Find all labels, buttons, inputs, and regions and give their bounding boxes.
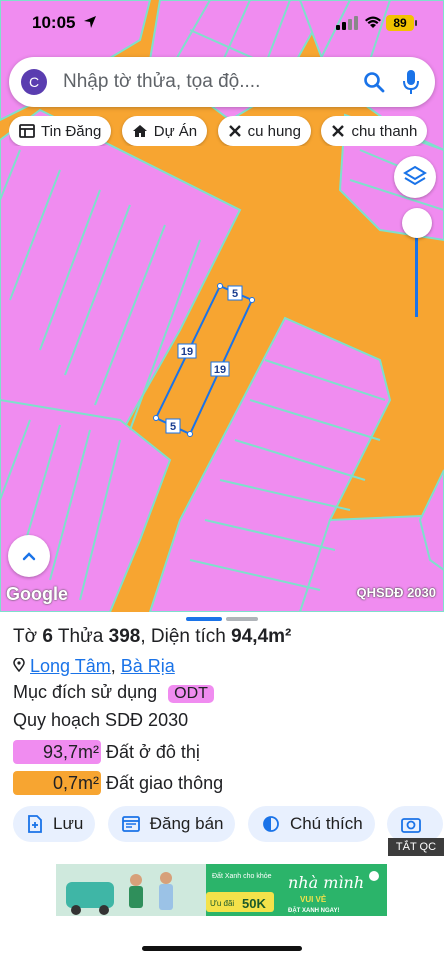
opacity-slider-track[interactable] bbox=[415, 225, 418, 317]
edge-label-left: 19 bbox=[181, 346, 193, 358]
search-icon[interactable] bbox=[363, 71, 385, 93]
chip-cu-hung[interactable]: cu hung bbox=[217, 116, 311, 146]
purpose-badge: ODT bbox=[168, 685, 214, 703]
tools-icon bbox=[228, 125, 241, 137]
opacity-slider-thumb[interactable] bbox=[402, 208, 432, 238]
action-buttons: Lưu Đăng bán Chú thích bbox=[13, 806, 444, 842]
planning-label: Quy hoạch SDĐ 2030 bbox=[13, 710, 189, 730]
zone-label: Đất giao thông bbox=[106, 773, 224, 793]
cellular-signal-icon bbox=[336, 16, 358, 30]
thua-label: Thửa bbox=[57, 626, 104, 647]
zone-label: Đất ở đô thị bbox=[106, 742, 200, 762]
status-bar: 10:05 89 bbox=[0, 0, 444, 48]
ad-banner-image: Ưu đãi 50K Đất Xanh cho khỏe nhà mình VU… bbox=[56, 864, 387, 916]
zone-area: 0,7m² bbox=[13, 771, 101, 795]
chevron-up-icon bbox=[22, 552, 36, 561]
battery-nub bbox=[415, 20, 417, 26]
status-time: 10:05 bbox=[32, 13, 76, 32]
chip-label: chu thanh bbox=[351, 122, 418, 140]
city-link[interactable]: Bà Rịa bbox=[121, 656, 175, 676]
chip-label: Dự Án bbox=[153, 122, 198, 140]
list-icon bbox=[19, 124, 35, 138]
edge-label-right: 19 bbox=[214, 364, 226, 376]
layers-icon bbox=[403, 165, 427, 186]
battery-indicator: 89 bbox=[386, 15, 414, 31]
to-label: Tờ bbox=[13, 626, 38, 647]
area-label: Diện tích bbox=[150, 626, 226, 647]
purpose-row: Mục đích sử dụng ODT bbox=[13, 682, 214, 703]
ad-subline: VUI VẺ bbox=[300, 895, 327, 904]
avatar[interactable]: C bbox=[21, 69, 47, 95]
zone-row: 93,7m² Đất ở đô thị bbox=[13, 740, 200, 764]
expand-sheet-button[interactable] bbox=[8, 535, 50, 577]
camera-button[interactable] bbox=[387, 806, 444, 842]
chip-chu-thanh[interactable]: chu thanh bbox=[321, 116, 428, 146]
save-button-label: Lưu bbox=[53, 814, 84, 833]
legend-button[interactable]: Chú thích bbox=[247, 806, 375, 842]
chip-label: Tin Đăng bbox=[41, 122, 102, 140]
legend-icon bbox=[263, 816, 279, 832]
google-attribution: Google bbox=[6, 584, 68, 604]
layers-button[interactable] bbox=[394, 156, 436, 198]
save-button[interactable]: Lưu bbox=[13, 806, 96, 842]
ad-cta: ĐẶT XANH NGAY! bbox=[288, 907, 339, 914]
sheet-page-indicator[interactable] bbox=[226, 617, 258, 621]
ad-headline: nhà mình bbox=[288, 873, 364, 892]
ad-promo: 50K bbox=[242, 896, 266, 911]
purpose-label: Mục đích sử dụng bbox=[13, 682, 158, 702]
zone-area: 93,7m² bbox=[13, 740, 101, 764]
parcel-info-sheet: Tờ 6 Thửa 398, Diện tích 94,4m² Long Tâm… bbox=[0, 612, 444, 960]
save-icon bbox=[28, 815, 42, 833]
layer-name-label: QHSDĐ 2030 bbox=[356, 585, 436, 600]
search-bar[interactable]: C Nhập tờ thửa, tọa độ.... bbox=[9, 57, 435, 107]
chip-tin-dang[interactable]: Tin Đăng bbox=[9, 116, 112, 146]
wifi-icon bbox=[365, 16, 381, 28]
edge-label-top: 5 bbox=[232, 288, 238, 300]
microphone-icon[interactable] bbox=[402, 69, 420, 95]
location-arrow-icon bbox=[84, 16, 96, 28]
area-value: 94,4m² bbox=[231, 626, 292, 647]
ward-link[interactable]: Long Tâm bbox=[30, 656, 111, 676]
ad-tagline: Đất Xanh cho khỏe bbox=[212, 871, 272, 880]
thua-number: 398 bbox=[108, 626, 141, 647]
zone-row: 0,7m² Đất giao thông bbox=[13, 771, 223, 795]
location-pin-icon bbox=[13, 657, 25, 673]
post-listing-label: Đăng bán bbox=[149, 814, 224, 833]
edge-label-bottom: 5 bbox=[170, 421, 176, 433]
ad-promo-prefix: Ưu đãi bbox=[210, 899, 234, 908]
parcel-location: Long Tâm, Bà Rịa bbox=[13, 656, 175, 677]
tools-icon bbox=[332, 125, 345, 137]
listing-icon bbox=[121, 816, 140, 832]
to-number: 6 bbox=[42, 626, 53, 647]
sheet-page-indicator-active[interactable] bbox=[186, 617, 222, 621]
ad-banner[interactable]: Ưu đãi 50K Đất Xanh cho khỏe nhà mình VU… bbox=[56, 864, 387, 916]
post-listing-button[interactable]: Đăng bán bbox=[107, 806, 236, 842]
map-view[interactable]: 5 19 19 5 10:05 89 C Nhập tờ thửa, tọa đ… bbox=[0, 0, 444, 612]
filter-chips: Tin Đăng Dự Án cu hung chu thanh bbox=[9, 116, 444, 146]
camera-icon bbox=[401, 818, 422, 833]
home-indicator[interactable] bbox=[142, 946, 302, 951]
chip-du-an[interactable]: Dự Án bbox=[121, 116, 208, 146]
house-icon bbox=[132, 125, 147, 137]
search-input[interactable]: Nhập tờ thửa, tọa độ.... bbox=[63, 71, 260, 93]
legend-button-label: Chú thích bbox=[289, 814, 363, 833]
chip-label: cu hung bbox=[247, 122, 301, 140]
hide-ads-button[interactable]: TẮT QC bbox=[388, 838, 444, 856]
parcel-title: Tờ 6 Thửa 398, Diện tích 94,4m² bbox=[13, 626, 292, 647]
